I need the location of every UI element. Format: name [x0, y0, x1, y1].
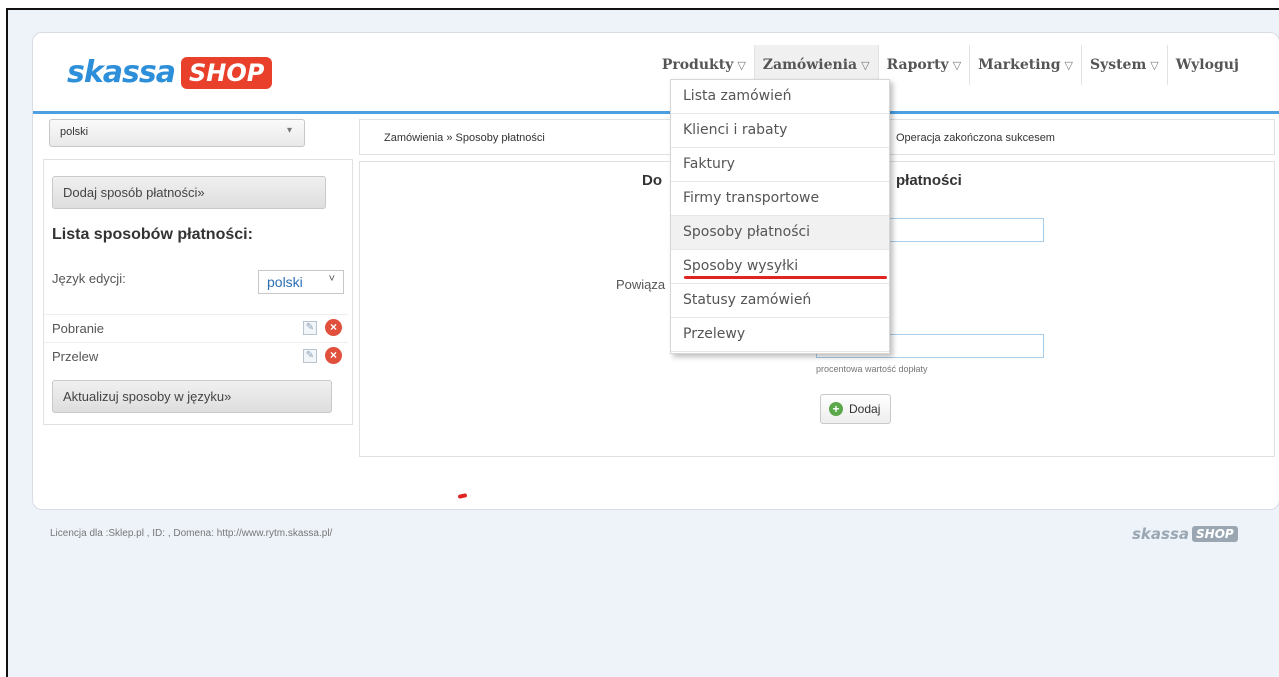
menu-item-order-list[interactable]: Lista zamówień — [671, 80, 889, 114]
orders-dropdown-menu: Lista zamówień Klienci i rabaty Faktury … — [670, 79, 890, 354]
screen-frame: skassa SHOP Produkty ▽ Zamówienia ▽ Rapo… — [6, 8, 1279, 677]
logo-text: skassa — [67, 55, 176, 90]
footer-logo: skassa SHOP — [1132, 525, 1238, 543]
language-select[interactable]: polski ▾ — [49, 119, 305, 147]
menu-item-invoices[interactable]: Faktury — [671, 148, 889, 182]
edit-language-select[interactable]: polski ˅ — [258, 270, 344, 294]
logo[interactable]: skassa SHOP — [67, 55, 273, 90]
edit-icon[interactable]: ✎ — [303, 320, 317, 335]
payment-list-title: Lista sposobów płatności: — [52, 226, 253, 243]
nav-wyloguj[interactable]: Wyloguj — [1168, 45, 1247, 85]
nav-marketing[interactable]: Marketing ▽ — [970, 45, 1082, 85]
footer-license: Licencja dla :Sklep.pl , ID: , Domena: h… — [50, 528, 333, 539]
payment-method-label: Pobranie — [52, 321, 105, 336]
annotation-underline — [684, 276, 887, 279]
plus-icon: + — [829, 402, 843, 416]
page-title-left: Do — [642, 172, 662, 189]
add-button[interactable]: + Dodaj — [820, 394, 892, 424]
edit-language-value: polski — [267, 274, 303, 290]
triangle-down-icon: ▽ — [952, 58, 962, 72]
menu-item-transfers[interactable]: Przelewy — [671, 318, 889, 352]
sidebar: polski ▾ Dodaj sposób płatności» Lista s… — [43, 119, 353, 425]
menu-item-transport-companies[interactable]: Firmy transportowe — [671, 182, 889, 216]
triangle-down-icon: ▽ — [861, 58, 870, 72]
language-select-value: polski — [60, 126, 89, 138]
delete-icon[interactable]: × — [325, 319, 342, 336]
status-message: Operacja zakończona sukcesem — [896, 132, 1055, 144]
surcharge-hint: procentowa wartość dopłaty — [816, 364, 928, 374]
triangle-down-icon: ▽ — [1064, 58, 1073, 72]
nav-label: Produkty — [661, 57, 734, 73]
list-item: Przelew ✎ × — [44, 342, 348, 368]
nav-label: Zamówienia — [762, 57, 858, 73]
header-divider — [33, 111, 1279, 114]
menu-item-payment-methods[interactable]: Sposoby płatności — [671, 216, 889, 250]
update-language-button[interactable]: Aktualizuj sposoby w języku» — [52, 380, 332, 413]
page-title-right: płatności — [896, 172, 962, 189]
add-payment-method-button[interactable]: Dodaj sposób płatności» — [52, 176, 326, 209]
related-label: Powiąza — [616, 277, 666, 292]
main-panel: skassa SHOP Produkty ▽ Zamówienia ▽ Rapo… — [32, 32, 1279, 510]
menu-item-order-statuses[interactable]: Statusy zamówień — [671, 284, 889, 318]
logo-badge: SHOP — [181, 56, 273, 89]
nav-label: Raporty — [886, 57, 949, 73]
payment-method-label: Przelew — [52, 349, 99, 364]
chevron-down-icon: ▾ — [286, 125, 292, 136]
nav-system[interactable]: System ▽ — [1082, 45, 1168, 85]
delete-icon[interactable]: × — [325, 347, 342, 364]
list-item: Pobranie ✎ × — [44, 314, 348, 340]
triangle-down-icon: ▽ — [737, 58, 746, 72]
edit-icon[interactable]: ✎ — [303, 348, 317, 363]
nav-label: Wyloguj — [1175, 57, 1239, 73]
top-bar: skassa SHOP Produkty ▽ Zamówienia ▽ Rapo… — [33, 33, 1279, 114]
breadcrumb: Zamówienia » Sposoby płatności — [384, 132, 545, 144]
nav-label: Marketing — [978, 57, 1061, 73]
nav-raporty[interactable]: Raporty ▽ — [879, 45, 971, 85]
payment-methods-box: Dodaj sposób płatności» Lista sposobów p… — [43, 159, 353, 425]
nav-label: System — [1089, 57, 1147, 73]
footer-logo-text: skassa — [1132, 525, 1190, 543]
triangle-down-icon: ▽ — [1150, 58, 1159, 72]
menu-item-clients-discounts[interactable]: Klienci i rabaty — [671, 114, 889, 148]
footer-logo-badge: SHOP — [1192, 526, 1238, 542]
edit-language-label: Język edycji: — [52, 271, 126, 286]
add-button-label: Dodaj — [849, 402, 881, 416]
chevron-down-icon: ˅ — [328, 273, 335, 285]
